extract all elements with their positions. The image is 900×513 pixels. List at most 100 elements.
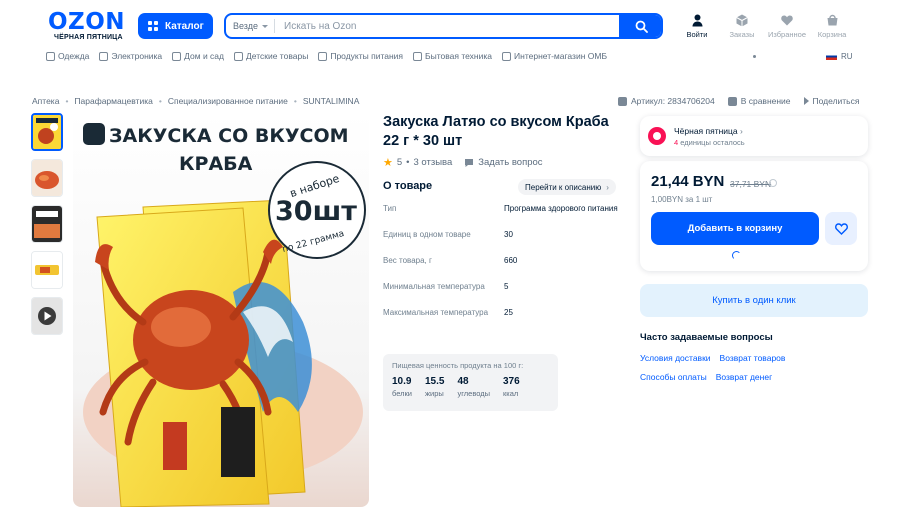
spec-row: Тип Программа здорового питания <box>383 203 623 215</box>
faq-link[interactable]: Условия доставки <box>640 353 711 363</box>
spec-value: 25 <box>504 308 513 317</box>
spec-row: Вес товара, г 660 <box>383 255 623 267</box>
spec-value: 660 <box>504 256 518 265</box>
add-to-cart-button[interactable]: Добавить в корзину <box>651 212 819 245</box>
category-item[interactable]: Бытовая техника <box>413 51 492 61</box>
star-icon: ★ <box>383 157 393 169</box>
brand-name: OZON <box>48 9 126 35</box>
category-item[interactable]: Дом и сад <box>172 51 224 61</box>
faq-link[interactable]: Способы оплаты <box>640 372 707 382</box>
category-item[interactable]: Продукты питания <box>318 51 403 61</box>
category-item[interactable]: Электроника <box>99 51 162 61</box>
nutrition-item: 48 углеводы <box>457 376 490 398</box>
electronics-icon <box>99 51 109 61</box>
search-scope-select[interactable]: Везде <box>226 19 275 33</box>
clothes-icon <box>46 51 55 61</box>
black-friday-card[interactable]: Чёрная пятница › 4 единицы осталось <box>640 116 868 156</box>
thumbnail-image <box>32 252 62 288</box>
spec-value: 30 <box>504 230 513 239</box>
ask-question-button[interactable]: Задать вопрос <box>464 157 543 168</box>
promo-subtitle: единицы осталось <box>680 137 745 147</box>
reviews-link[interactable]: 3 отзыва <box>414 157 453 168</box>
breadcrumb-item[interactable]: Парафармацевтика <box>74 96 152 106</box>
spec-value: Программа здорового питания <box>504 204 618 213</box>
chevron-right-icon: › <box>606 182 609 192</box>
breadcrumb-item[interactable]: Специализированное питание <box>168 96 288 106</box>
rating-separator: • <box>406 157 410 168</box>
buy-one-click-button[interactable]: Купить в один клик <box>640 284 868 317</box>
info-icon[interactable] <box>769 179 777 187</box>
breadcrumb: Аптека • Парафармацевтика • Специализирова… <box>32 96 359 106</box>
video-thumbnail[interactable] <box>31 297 63 335</box>
unit-price: 1,00BYN за 1 шт <box>651 195 713 204</box>
old-price: 37,71 BYN <box>730 179 772 189</box>
thumbnail-image <box>33 115 61 149</box>
cart-icon <box>827 14 837 26</box>
about-title: О товаре <box>383 180 433 192</box>
thumbnail-image <box>32 298 62 334</box>
image-headline-2: КРАБА <box>179 153 253 175</box>
spec-value: 5 <box>504 282 509 291</box>
article-number[interactable]: Артикул: 2834706204 <box>618 96 715 106</box>
thumbnail-item[interactable] <box>31 113 63 151</box>
faq-row: Способы оплаты Возврат денег <box>640 372 772 382</box>
orders-label: Заказы <box>729 30 755 39</box>
loading-spinner-icon <box>732 251 741 260</box>
nutrition-label: белки <box>392 389 412 398</box>
cart-button[interactable]: Корзина <box>807 14 857 39</box>
heart-outline-icon <box>834 222 848 235</box>
category-item[interactable]: Интернет-магазин ОМБ <box>502 51 607 61</box>
search-button[interactable] <box>619 15 661 37</box>
promo-logo-icon <box>648 127 666 145</box>
thumbnail-item[interactable] <box>31 205 63 243</box>
spec-row: Минимальная температура 5 <box>383 281 623 293</box>
cart-label: Корзина <box>817 30 847 39</box>
search-icon <box>635 20 648 33</box>
share-icon <box>803 97 809 105</box>
spec-key: Тип <box>383 204 397 213</box>
faq-row: Условия доставки Возврат товаров <box>640 353 785 363</box>
spec-key: Единиц в одном товаре <box>383 230 471 239</box>
price-card: 21,44 BYN 37,71 BYN 1,00BYN за 1 шт Доба… <box>640 161 868 271</box>
share-button[interactable]: Поделиться <box>803 96 859 106</box>
badge-main-text: 30шт <box>275 196 357 227</box>
brand-badge-icon <box>83 123 105 145</box>
add-to-favorites-button[interactable] <box>825 212 857 245</box>
compare-button[interactable]: В сравнение <box>727 96 791 106</box>
current-price: 21,44 BYN <box>651 173 725 190</box>
to-description-label: Перейти к описанию <box>525 182 602 192</box>
nutrition-value: 15.5 <box>424 376 445 387</box>
header: OZON ЧЁРНАЯ ПЯТНИЦА Каталог Везде Войти … <box>0 0 900 75</box>
breadcrumb-item[interactable]: Аптека <box>32 96 59 106</box>
thumbnail-item[interactable] <box>31 159 63 197</box>
ozon-logo[interactable]: OZON ЧЁРНАЯ ПЯТНИЦА <box>48 9 128 42</box>
language-switch[interactable]: RU <box>826 52 853 61</box>
spec-list: Тип Программа здорового питания Единиц в … <box>383 203 623 333</box>
product-main-image[interactable]: ЗАКУСКА СО ВКУСОМ КРАБА в наборе 30шт по… <box>73 112 369 507</box>
orders-button[interactable]: Заказы <box>717 14 767 39</box>
thumbnail-item[interactable] <box>31 251 63 289</box>
nutrition-panel: Пищевая ценность продукта на 100 г: 10.9… <box>383 354 558 411</box>
breadcrumb-item[interactable]: SUNTALIMINA <box>303 96 360 106</box>
thumbnail-image <box>32 206 62 242</box>
category-item[interactable]: Детские товары <box>234 51 308 61</box>
to-description-button[interactable]: Перейти к описанию › <box>518 179 616 195</box>
breadcrumb-separator: • <box>158 96 162 106</box>
garden-icon <box>172 51 182 61</box>
nutrition-label: ккал <box>503 389 519 398</box>
heart-icon <box>781 15 793 26</box>
nutrition-value: 10.9 <box>392 376 412 387</box>
faq-link[interactable]: Возврат денег <box>716 372 772 382</box>
login-button[interactable]: Войти <box>672 14 722 39</box>
search-input[interactable] <box>275 20 619 32</box>
breadcrumb-separator: • <box>293 96 297 106</box>
favorites-button[interactable]: Избранное <box>762 14 812 39</box>
catalog-button[interactable]: Каталог <box>138 13 213 39</box>
login-label: Войти <box>686 30 708 39</box>
faq-link[interactable]: Возврат товаров <box>720 353 786 363</box>
category-item[interactable]: Одежда <box>46 51 89 61</box>
breadcrumb-separator: • <box>65 96 69 106</box>
spec-key: Максимальная температура <box>383 308 489 317</box>
flag-icon <box>826 53 837 60</box>
grid-icon <box>148 21 158 31</box>
